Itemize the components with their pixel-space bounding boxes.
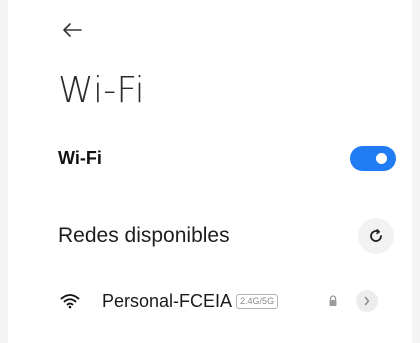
arrow-left-icon bbox=[63, 23, 82, 37]
wifi-toggle-row[interactable]: Wi-Fi bbox=[58, 138, 396, 178]
wifi-signal-icon bbox=[60, 291, 86, 311]
wifi-settings-screen: Wi-Fi Wi-Fi Redes disponibles Personal-F… bbox=[8, 0, 412, 343]
toggle-knob bbox=[376, 152, 387, 164]
network-name: Personal-FCEIA bbox=[102, 290, 233, 311]
back-button[interactable] bbox=[56, 14, 88, 46]
chevron-right-icon bbox=[364, 296, 370, 306]
refresh-icon bbox=[370, 229, 382, 242]
refresh-button[interactable] bbox=[358, 218, 394, 254]
network-item-personal-fceia[interactable]: Personal-FCEIA 2.4G/5G bbox=[60, 280, 396, 322]
wifi-toggle-label: Wi-Fi bbox=[58, 147, 102, 168]
available-networks-label: Redes disponibles bbox=[58, 224, 230, 247]
band-badge: 2.4G/5G bbox=[236, 293, 279, 309]
lock-icon bbox=[328, 294, 340, 308]
network-detail-button[interactable] bbox=[356, 290, 378, 312]
page-title: Wi-Fi bbox=[58, 70, 145, 111]
wifi-toggle-switch[interactable] bbox=[350, 145, 396, 171]
available-networks-header: Redes disponibles bbox=[58, 214, 396, 258]
